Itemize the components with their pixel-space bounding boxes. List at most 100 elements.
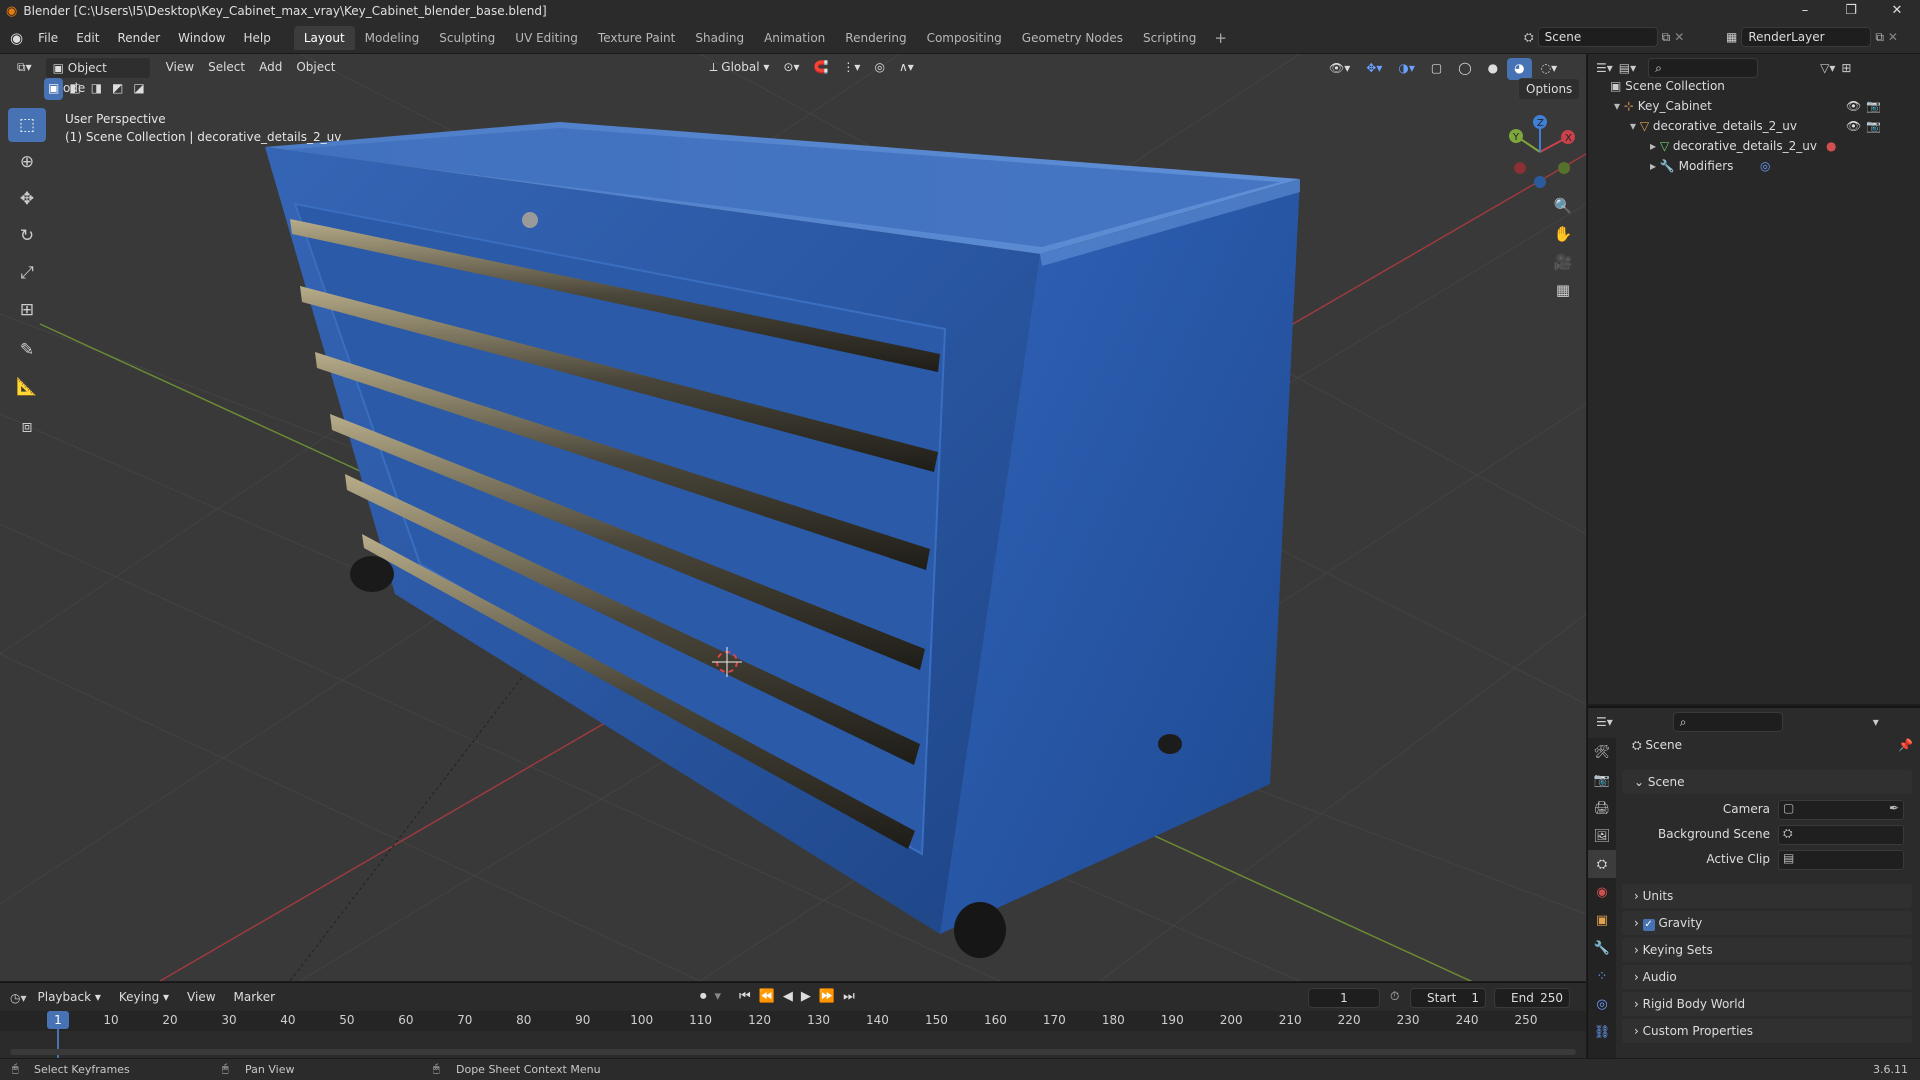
- select-extend-icon[interactable]: ◧: [65, 78, 84, 100]
- outliner-row-scene-collection[interactable]: ▣ Scene Collection: [1610, 76, 1725, 96]
- outliner-row-key-cabinet[interactable]: ▾ ⊹ Key_Cabinet 👁 📷: [1614, 96, 1914, 116]
- navigation-gizmo[interactable]: X Y Z: [1500, 112, 1580, 192]
- menu-view[interactable]: View: [159, 57, 201, 79]
- pivot-icon[interactable]: ⊙▾: [776, 57, 806, 79]
- ortho-toggle-icon[interactable]: ▦: [1548, 276, 1578, 304]
- tab-modeling[interactable]: Modeling: [355, 26, 430, 50]
- section-audio[interactable]: › Audio: [1622, 965, 1912, 989]
- options-button[interactable]: Options: [1518, 78, 1581, 100]
- eyedropper-icon[interactable]: ✒: [1889, 801, 1899, 815]
- record-options-icon[interactable]: ▾: [715, 989, 722, 1004]
- menu-window[interactable]: Window: [169, 27, 234, 49]
- cursor-icon[interactable]: ⊕: [8, 145, 46, 179]
- tab-scripting[interactable]: Scripting: [1133, 26, 1206, 50]
- tab-rendering[interactable]: Rendering: [835, 26, 916, 50]
- gravity-checkbox[interactable]: ✓: [1642, 919, 1655, 931]
- jump-end-icon[interactable]: ⏭: [843, 989, 855, 1004]
- collapse-arrow-icon[interactable]: ▾: [1614, 99, 1624, 113]
- tab-shading[interactable]: Shading: [685, 26, 754, 50]
- select-new-icon[interactable]: ▣: [44, 78, 64, 100]
- visibility-icon[interactable]: 👁▾: [1322, 58, 1357, 80]
- renderlayer-icon[interactable]: ▦: [1726, 30, 1737, 44]
- material-icon[interactable]: ●: [1826, 136, 1836, 156]
- scene-selector[interactable]: Scene: [1537, 27, 1658, 47]
- rendered-shading-icon[interactable]: ◌▾: [1534, 58, 1565, 80]
- select-subtract-icon[interactable]: ◨: [87, 78, 106, 100]
- tool-tab-icon[interactable]: 🛠: [1588, 738, 1616, 766]
- properties-search-input[interactable]: ⌕: [1672, 712, 1783, 732]
- properties-editor-icon[interactable]: ☰▾: [1596, 715, 1613, 729]
- menu-object[interactable]: Object: [289, 57, 342, 79]
- menu-keying[interactable]: Keying ▾: [112, 987, 176, 1009]
- collapse-arrow-icon[interactable]: ▾: [1630, 119, 1640, 133]
- section-scene[interactable]: ⌄ Scene: [1622, 770, 1912, 794]
- menu-edit[interactable]: Edit: [67, 27, 108, 49]
- timeline-editor-icon[interactable]: ◷▾: [10, 991, 27, 1005]
- object-tab-icon[interactable]: ▣: [1588, 906, 1616, 934]
- section-rigid-body-world[interactable]: › Rigid Body World: [1622, 992, 1912, 1016]
- expand-arrow-icon[interactable]: ▸: [1650, 139, 1660, 153]
- proportional-edit-icon[interactable]: ◎: [867, 57, 891, 79]
- particles-tab-icon[interactable]: ⁘: [1588, 962, 1616, 990]
- minimize-button[interactable]: –: [1782, 0, 1828, 22]
- menu-render[interactable]: Render: [108, 27, 169, 49]
- end-frame-field[interactable]: End 250: [1494, 988, 1570, 1008]
- outliner-row-decorative-object[interactable]: ▾ ▽ decorative_details_2_uv 👁 📷: [1630, 116, 1914, 136]
- prev-keyframe-icon[interactable]: ⏪: [759, 989, 775, 1004]
- delete-renderlayer-icon[interactable]: ✕: [1888, 30, 1898, 44]
- tab-layout[interactable]: Layout: [293, 25, 355, 50]
- menu-timeline-view[interactable]: View: [180, 987, 222, 1009]
- frame-ruler[interactable]: 10 20 30 40 50 60 70 80 90 100 110 120 130 140 150 160 1…: [0, 1011, 1586, 1031]
- menu-marker[interactable]: Marker: [227, 987, 282, 1009]
- measure-icon[interactable]: 📐: [8, 370, 46, 404]
- section-keying-sets[interactable]: › Keying Sets: [1622, 938, 1912, 962]
- transform-orientation-selector[interactable]: ⟂ Global ▾: [702, 57, 776, 79]
- falloff-icon[interactable]: ∧▾: [892, 57, 921, 79]
- outliner-editor-icon[interactable]: ☰▾: [1596, 61, 1613, 75]
- scene-icon[interactable]: ⛭: [1524, 30, 1534, 45]
- tab-geometry-nodes[interactable]: Geometry Nodes: [1012, 26, 1133, 50]
- background-scene-field[interactable]: ⛭: [1778, 825, 1904, 845]
- section-units[interactable]: › Units: [1622, 884, 1912, 908]
- expand-arrow-icon[interactable]: ▸: [1650, 159, 1660, 173]
- maximize-button[interactable]: ❐: [1828, 0, 1874, 22]
- rotate-icon[interactable]: ↻: [8, 219, 46, 253]
- select-intersect-icon[interactable]: ◪: [129, 78, 148, 100]
- new-collection-icon[interactable]: ⊞: [1841, 61, 1851, 75]
- outliner-search-input[interactable]: ⌕: [1648, 58, 1759, 78]
- stopwatch-icon[interactable]: ⏱: [1390, 989, 1399, 1004]
- view-layer-tab-icon[interactable]: 🖼: [1588, 822, 1616, 850]
- delete-scene-icon[interactable]: ✕: [1674, 30, 1684, 44]
- output-tab-icon[interactable]: 🖨: [1588, 794, 1616, 822]
- modifier-tab-icon[interactable]: 🔧: [1588, 934, 1616, 962]
- new-scene-icon[interactable]: ⧉: [1662, 30, 1671, 45]
- options-dropdown-icon[interactable]: ▾: [1873, 715, 1879, 729]
- menu-file[interactable]: File: [29, 27, 67, 49]
- zoom-icon[interactable]: 🔍: [1548, 192, 1578, 220]
- modifier-icon[interactable]: ◎: [1760, 156, 1770, 176]
- jump-start-icon[interactable]: ⏮: [739, 989, 751, 1004]
- scene-tab-icon[interactable]: ⛭: [1588, 850, 1616, 878]
- render-tab-icon[interactable]: 📷: [1588, 766, 1616, 794]
- blender-menu-icon[interactable]: ◉: [10, 29, 23, 47]
- play-icon[interactable]: ▶: [801, 989, 811, 1004]
- camera-field[interactable]: ▢ ✒: [1778, 800, 1904, 820]
- tab-texture-paint[interactable]: Texture Paint: [588, 26, 685, 50]
- constraints-tab-icon[interactable]: ⛓: [1588, 1018, 1616, 1046]
- render-camera-icon[interactable]: 📷: [1866, 96, 1881, 116]
- transform-icon[interactable]: ⊞: [8, 293, 46, 327]
- wireframe-shading-icon[interactable]: ◯: [1451, 58, 1478, 80]
- tab-sculpting[interactable]: Sculpting: [429, 26, 505, 50]
- menu-playback[interactable]: Playback ▾: [31, 987, 108, 1009]
- select-invert-icon[interactable]: ◩: [108, 78, 127, 100]
- visibility-eye-icon[interactable]: 👁: [1846, 116, 1861, 136]
- start-frame-field[interactable]: Start 1: [1410, 988, 1486, 1008]
- pan-hand-icon[interactable]: ✋: [1548, 220, 1578, 248]
- play-reverse-icon[interactable]: ◀: [783, 989, 793, 1004]
- render-camera-icon[interactable]: 📷: [1866, 116, 1881, 136]
- visibility-eye-icon[interactable]: 👁: [1846, 96, 1861, 116]
- section-gravity[interactable]: › ✓ Gravity: [1622, 911, 1912, 935]
- tab-uv-editing[interactable]: UV Editing: [505, 26, 588, 50]
- overlay-toggle-icon[interactable]: ◑▾: [1391, 58, 1422, 80]
- pin-icon[interactable]: 📌: [1898, 738, 1913, 752]
